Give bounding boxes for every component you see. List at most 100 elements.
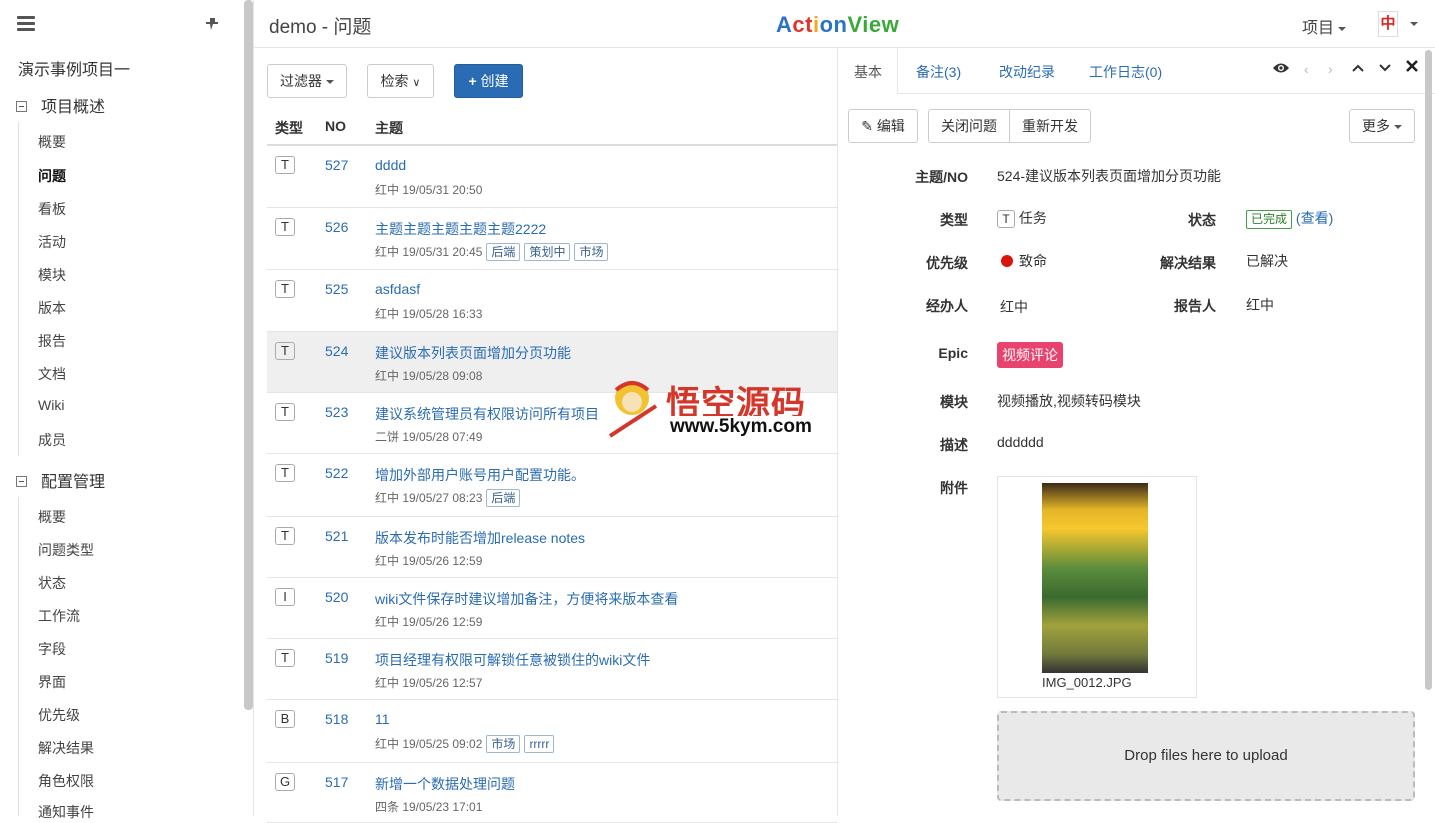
issue-subject-link[interactable]: wiki文件保存时建议增加备注，方便将来版本查看 (375, 589, 678, 609)
sidebar-item-notifications[interactable]: 通知事件 (38, 802, 94, 822)
sidebar-item-reports[interactable]: 报告 (38, 331, 66, 351)
issue-subject-link[interactable]: dddd (375, 157, 406, 173)
nav-group-overview[interactable]: 项目概述 (16, 93, 105, 117)
sidebar-item-issues[interactable]: 问题 (38, 166, 66, 186)
issue-label-tag[interactable]: 策划中 (524, 243, 571, 261)
assignee-value[interactable]: 红中 (1000, 297, 1028, 317)
sidebar-item-config-summary[interactable]: 概要 (38, 507, 66, 527)
issue-type-icon: G (275, 773, 295, 791)
next-icon[interactable]: › (1328, 61, 1333, 77)
pin-icon[interactable] (203, 15, 221, 36)
projects-menu[interactable]: 项目 (1302, 14, 1347, 38)
avatar[interactable]: 中 (1378, 11, 1398, 37)
collapse-icon[interactable] (16, 101, 27, 112)
tab-basic[interactable]: 基本 (854, 62, 882, 82)
column-header-subject[interactable]: 主题 (375, 118, 403, 138)
issue-number-link[interactable]: 518 (325, 711, 348, 727)
table-row[interactable]: I 520 wiki文件保存时建议增加备注，方便将来版本查看 红中 19/05/26 … (267, 578, 837, 639)
sidebar-item-issue-types[interactable]: 问题类型 (38, 540, 94, 560)
project-name[interactable]: 演示事例项目一 (18, 56, 130, 80)
issue-number-link[interactable]: 517 (325, 774, 348, 790)
close-icon[interactable] (1406, 59, 1418, 75)
upload-dropzone[interactable]: Drop files here to upload (997, 711, 1415, 801)
table-row[interactable]: T 525 asfdasf 红中 19/05/28 16:33 (267, 270, 837, 332)
tab-comments[interactable]: 备注(3) (916, 62, 961, 82)
issue-subject-link[interactable]: 11 (375, 711, 390, 727)
table-row[interactable]: T 522 增加外部用户账号用户配置功能。 红中 19/05/27 08:23 后端 (267, 454, 837, 517)
attachment-thumbnail[interactable] (1042, 483, 1148, 673)
issue-label-tag[interactable]: 市场 (574, 243, 609, 261)
collapse-icon[interactable] (16, 476, 27, 487)
sidebar-item-versions[interactable]: 版本 (38, 298, 66, 318)
epic-badge[interactable]: 视频评论 (997, 342, 1063, 368)
assignee-label: 经办人 (926, 298, 968, 314)
create-button[interactable]: + 创建 (454, 64, 523, 98)
issue-number-link[interactable]: 527 (325, 157, 348, 173)
attachment-card[interactable]: IMG_0012.JPG (997, 476, 1197, 698)
filter-button[interactable]: 过滤器 (267, 64, 347, 98)
sidebar-item-roles[interactable]: 角色权限 (38, 771, 94, 791)
issue-subject-link[interactable]: 建议系统管理员有权限访问所有项目 (375, 404, 599, 424)
table-row[interactable]: T 527 dddd 红中 19/05/31 20:50 (267, 146, 837, 208)
sidebar-item-fields[interactable]: 字段 (38, 639, 66, 659)
issue-subject-link[interactable]: 建议版本列表页面增加分页功能 (375, 343, 571, 363)
detail-scrollbar[interactable] (1425, 50, 1432, 690)
table-row[interactable]: T 526 主题主题主题主题主题2222 红中 19/05/31 20:45 后端 策划中… (267, 208, 837, 270)
issue-number-link[interactable]: 525 (325, 281, 348, 297)
issue-number-link[interactable]: 521 (325, 528, 348, 544)
issue-label-tag[interactable]: rrrrr (524, 735, 555, 753)
eye-icon[interactable] (1272, 61, 1290, 78)
menu-icon[interactable] (17, 16, 35, 31)
sidebar-item-modules[interactable]: 模块 (38, 265, 66, 285)
issue-number-link[interactable]: 519 (325, 650, 348, 666)
prev-icon[interactable]: ‹ (1304, 61, 1309, 77)
column-header-no[interactable]: NO (325, 118, 346, 134)
sidebar-item-summary[interactable]: 概要 (38, 132, 66, 152)
app-logo[interactable]: ActionView (776, 12, 899, 38)
issue-subject-link[interactable]: asfdasf (375, 281, 420, 297)
sidebar-item-activity[interactable]: 活动 (38, 232, 66, 252)
issue-number-link[interactable]: 524 (325, 343, 348, 359)
table-row[interactable]: T 519 项目经理有权限可解锁任意被锁住的wiki文件 红中 19/05/26 12… (267, 639, 837, 700)
column-header-type[interactable]: 类型 (275, 118, 303, 138)
more-button[interactable]: 更多 (1349, 109, 1415, 143)
table-row[interactable]: T 521 版本发布时能否增加release notes 红中 19/05/26 12… (267, 517, 837, 578)
sidebar-item-workflows[interactable]: 工作流 (38, 606, 80, 626)
sidebar-item-states[interactable]: 状态 (38, 573, 66, 593)
sidebar-item-board[interactable]: 看板 (38, 199, 66, 219)
watermark-url: www.5kym.com (666, 416, 816, 438)
search-button[interactable]: 检索 ∨ (367, 64, 434, 98)
sidebar-item-docs[interactable]: 文档 (38, 364, 66, 384)
issue-subject-link[interactable]: 新增一个数据处理问题 (375, 774, 515, 794)
issue-label-tag[interactable]: 后端 (486, 489, 521, 507)
caret-down-icon[interactable] (1410, 22, 1418, 26)
close-issue-button[interactable]: 关闭问题 (928, 109, 1010, 143)
issue-number-link[interactable]: 526 (325, 219, 348, 235)
issue-subject-link[interactable]: 主题主题主题主题主题2222 (375, 219, 546, 239)
reopen-button[interactable]: 重新开发 (1009, 109, 1091, 143)
sidebar-item-members[interactable]: 成员 (38, 430, 66, 450)
chevron-down-icon[interactable] (1379, 60, 1391, 76)
issue-subject-link[interactable]: 版本发布时能否增加release notes (375, 528, 585, 548)
sidebar-scrollbar[interactable] (244, 0, 253, 710)
issue-number-link[interactable]: 522 (325, 465, 348, 481)
sidebar-item-priorities[interactable]: 优先级 (38, 705, 80, 725)
issue-subject-link[interactable]: 增加外部用户账号用户配置功能。 (375, 465, 585, 485)
table-row[interactable]: B 518 11 红中 19/05/25 09:02 市场 rrrrr (267, 700, 837, 763)
table-row[interactable]: G 517 新增一个数据处理问题 四条 19/05/23 17:01 (267, 763, 837, 823)
tab-worklog[interactable]: 工作日志(0) (1089, 62, 1162, 82)
nav-group-config[interactable]: 配置管理 (16, 468, 105, 492)
sidebar-item-resolutions[interactable]: 解决结果 (38, 738, 94, 758)
issue-number-link[interactable]: 520 (325, 589, 348, 605)
issue-number-link[interactable]: 523 (325, 404, 348, 420)
status-view-link[interactable]: (查看) (1296, 210, 1333, 226)
chevron-up-icon[interactable] (1352, 60, 1364, 76)
sidebar-item-screens[interactable]: 界面 (38, 672, 66, 692)
sidebar-item-wiki[interactable]: Wiki (38, 397, 64, 413)
edit-button[interactable]: ✎ 编辑 (848, 109, 918, 143)
issue-label-tag[interactable]: 市场 (486, 735, 521, 753)
tab-history[interactable]: 改动纪录 (999, 62, 1055, 82)
issue-label-tag[interactable]: 后端 (486, 243, 521, 261)
attachment-filename[interactable]: IMG_0012.JPG (1042, 675, 1132, 690)
issue-subject-link[interactable]: 项目经理有权限可解锁任意被锁住的wiki文件 (375, 650, 650, 670)
